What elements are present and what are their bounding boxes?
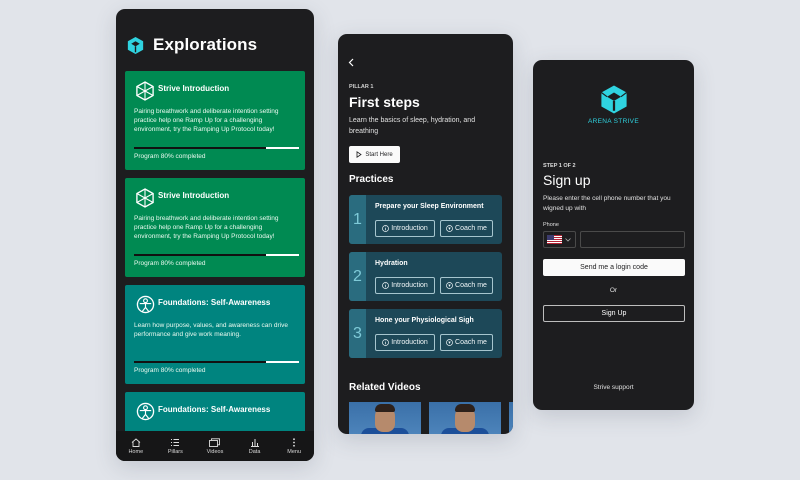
practice-card[interactable]: 2 Hydration Introduction Coach me — [349, 252, 502, 301]
tab-videos[interactable]: Videos — [197, 437, 233, 455]
card-title: Strive Introduction — [158, 191, 230, 200]
more-vertical-icon — [293, 437, 296, 447]
step-indicator: STEP 1 OF 2 — [543, 163, 576, 169]
pillar-title: First steps — [349, 94, 420, 110]
practice-card[interactable]: 1 Prepare your Sleep Environment Introdu… — [349, 195, 502, 244]
progress-text: Program 80% completed — [134, 367, 206, 374]
start-here-button[interactable]: Start Here — [349, 146, 400, 163]
card-description: Learn how purpose, values, and awareness… — [134, 322, 288, 338]
introduction-button[interactable]: Introduction — [375, 277, 435, 294]
or-divider: Or — [609, 287, 618, 294]
start-here-label: Start Here — [365, 151, 393, 158]
coach-me-label: Coach me — [455, 225, 487, 232]
app-logo-icon — [127, 36, 144, 54]
tab-pillars[interactable]: Pillars — [157, 438, 193, 455]
introduction-button[interactable]: Introduction — [375, 334, 435, 351]
introduction-label: Introduction — [391, 282, 428, 289]
tab-label: Menu — [287, 448, 302, 455]
hexagon-icon — [136, 188, 154, 208]
info-icon — [382, 225, 390, 232]
explorations-header: Explorations — [127, 35, 257, 55]
signup-description: Please enter the cell phone number that … — [543, 195, 671, 212]
info-icon — [382, 339, 390, 346]
arena-strive-logo-icon — [600, 85, 627, 114]
brand-logo: ARENA STRIVE — [533, 84, 694, 125]
coach-icon — [446, 225, 453, 232]
info-icon — [382, 282, 390, 289]
tab-label: Data — [248, 448, 261, 455]
related-videos-heading: Related Videos — [349, 382, 421, 393]
pillar-screen: PILLAR 1 First steps Learn the basics of… — [338, 34, 513, 434]
tab-data[interactable]: Data — [237, 438, 273, 455]
practice-number: 3 — [349, 309, 366, 358]
list-icon — [171, 438, 180, 446]
tab-home[interactable]: Home — [118, 437, 154, 455]
person-circle-icon — [136, 295, 155, 314]
video-thumbnail[interactable] — [429, 402, 501, 434]
bottom-tab-bar: Home Pillars Videos Data Menu — [116, 431, 314, 461]
introduction-button[interactable]: Introduction — [375, 220, 435, 237]
coach-me-button[interactable]: Coach me — [440, 334, 493, 351]
person-circle-icon — [136, 402, 155, 421]
explorations-list[interactable]: Strive Introduction Pairing breathwork a… — [125, 71, 305, 439]
pillar-description: Learn the basics of sleep, hydration, an… — [349, 117, 476, 135]
sign-up-button[interactable]: Sign Up — [543, 305, 685, 322]
program-card[interactable]: Strive Introduction Pairing breathwork a… — [125, 71, 305, 170]
practice-title: Hone your Physiological Sigh — [375, 317, 474, 324]
page-title: Explorations — [153, 35, 258, 54]
hexagon-icon — [136, 81, 154, 101]
card-title: Foundations: Self-Awareness — [158, 405, 271, 414]
practices-heading: Practices — [349, 174, 394, 185]
chevron-down-icon — [565, 237, 571, 242]
tab-menu[interactable]: Menu — [276, 437, 312, 455]
coach-icon — [446, 282, 453, 289]
progress-bar — [134, 254, 299, 256]
video-thumbnail[interactable] — [509, 402, 513, 434]
practice-card[interactable]: 3 Hone your Physiological Sigh Introduct… — [349, 309, 502, 358]
videos-icon — [209, 437, 221, 447]
phone-input[interactable] — [580, 231, 685, 248]
pillar-eyebrow: PILLAR 1 — [349, 84, 374, 90]
introduction-label: Introduction — [391, 339, 428, 346]
practice-number: 1 — [349, 195, 366, 244]
tab-label: Home — [128, 448, 144, 455]
support-link[interactable]: Strive support — [533, 384, 694, 391]
back-arrow-icon[interactable] — [348, 58, 355, 67]
program-card[interactable]: Strive Introduction Pairing breathwork a… — [125, 178, 305, 277]
tab-label: Pillars — [167, 448, 183, 455]
practice-title: Prepare your Sleep Environment — [375, 203, 484, 210]
card-title: Foundations: Self-Awareness — [158, 298, 271, 307]
card-title: Strive Introduction — [158, 84, 230, 93]
practice-title: Hydration — [375, 260, 408, 267]
send-login-code-button[interactable]: Send me a login code — [543, 259, 685, 276]
play-icon — [356, 151, 363, 158]
signup-screen: ARENA STRIVE STEP 1 OF 2 Sign up Please … — [533, 60, 694, 410]
program-card[interactable]: Foundations: Self-Awareness Learn how pu… — [125, 285, 305, 384]
progress-bar — [134, 147, 299, 149]
video-thumbnail[interactable] — [349, 402, 421, 434]
signup-title: Sign up — [543, 172, 591, 188]
coach-icon — [446, 339, 453, 346]
us-flag-icon — [547, 235, 562, 244]
card-description: Pairing breathwork and deliberate intent… — [134, 108, 279, 133]
home-icon — [131, 437, 141, 447]
coach-me-button[interactable]: Coach me — [440, 220, 493, 237]
progress-text: Program 80% completed — [134, 260, 206, 267]
card-description: Pairing breathwork and deliberate intent… — [134, 215, 279, 240]
coach-me-button[interactable]: Coach me — [440, 277, 493, 294]
brand-name: ARENA STRIVE — [588, 118, 639, 125]
bar-chart-icon — [250, 438, 259, 447]
phone-label: Phone — [543, 222, 559, 228]
progress-text: Program 80% completed — [134, 153, 206, 160]
country-code-select[interactable] — [543, 231, 576, 248]
practice-number: 2 — [349, 252, 366, 301]
coach-me-label: Coach me — [455, 282, 487, 289]
progress-bar — [134, 361, 299, 363]
explorations-screen: Explorations Strive Introduction Pairing… — [116, 9, 314, 461]
coach-me-label: Coach me — [455, 339, 487, 346]
introduction-label: Introduction — [391, 225, 428, 232]
tab-label: Videos — [206, 448, 224, 455]
